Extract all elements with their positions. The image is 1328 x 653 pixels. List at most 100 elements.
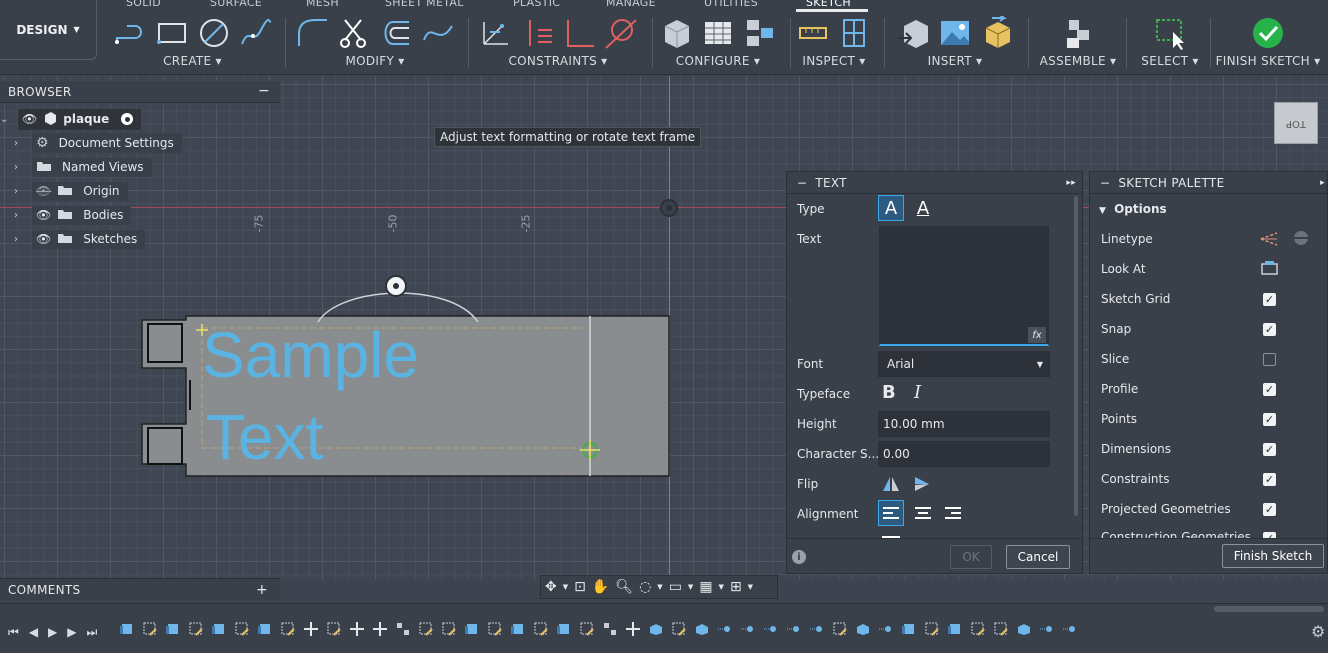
timeline-feature-sketch-icon[interactable] (948, 622, 962, 636)
go-to-end-icon[interactable]: ⏭ (87, 625, 98, 640)
select-icon[interactable] (1153, 16, 1187, 50)
timeline-feature-point-icon[interactable] (741, 622, 755, 636)
zoom-icon[interactable]: 🔍︎ (615, 579, 633, 595)
snap-checkbox[interactable]: ✓ (1263, 323, 1276, 336)
italic-button[interactable]: I (914, 382, 921, 403)
timeline-feature-point-icon[interactable] (1063, 622, 1077, 636)
grid-settings-icon[interactable]: ▦ (699, 579, 712, 595)
timeline-feature-sketch-icon[interactable] (212, 622, 226, 636)
tree-root[interactable]: ⌄ 👁︎ plaque (0, 108, 142, 130)
timeline-feature-sketch-edit-icon[interactable] (971, 622, 985, 636)
insert-menu[interactable]: INSERT ▾ (888, 54, 1022, 68)
timeline-feature-sketch-edit-icon[interactable] (488, 622, 502, 636)
timeline-feature-sketch-edit-icon[interactable] (672, 622, 686, 636)
timeline-feature-point-icon[interactable] (1040, 622, 1054, 636)
tangent-constraint-icon[interactable] (604, 16, 638, 50)
play-icon[interactable]: ▶ (48, 625, 57, 640)
tree-item-document-settings[interactable]: › ⚙ Document Settings (14, 133, 182, 153)
text-input[interactable] (879, 226, 1049, 346)
chevron-right-icon[interactable]: › (14, 162, 26, 173)
timeline-feature-joint-icon[interactable] (396, 622, 410, 636)
eye-icon[interactable]: 👁︎ (36, 208, 51, 222)
sketch-grid-checkbox[interactable]: ✓ (1263, 293, 1276, 306)
step-back-icon[interactable]: ◀ (29, 625, 38, 640)
tab-plastic[interactable]: PLASTIC (513, 0, 560, 9)
configure-menu[interactable]: CONFIGURE ▾ (656, 54, 780, 68)
timeline-feature-sketch-icon[interactable] (902, 622, 916, 636)
timeline-feature-sketch-edit-icon[interactable] (189, 622, 203, 636)
eye-hidden-icon[interactable]: 👁︎ (36, 184, 51, 198)
insert-derive-icon[interactable] (896, 16, 930, 50)
timeline-feature-body-icon[interactable] (1017, 622, 1031, 636)
align-left-icon[interactable] (878, 500, 904, 526)
chevron-right-icon[interactable]: › (14, 234, 26, 245)
eye-icon[interactable]: 👁︎ (22, 112, 37, 126)
tab-mesh[interactable]: MESH (306, 0, 339, 9)
expand-arrow-icon[interactable]: ▸ (1320, 178, 1325, 188)
timeline-feature-sketch-edit-icon[interactable] (327, 622, 341, 636)
trim-tool-icon[interactable] (337, 16, 371, 50)
timeline-feature-move-icon[interactable] (626, 622, 640, 636)
settings-icon[interactable]: ⚙ (1311, 622, 1325, 641)
chevron-right-icon[interactable]: › (14, 186, 26, 197)
tab-surface[interactable]: SURFACE (210, 0, 262, 9)
timeline-feature-sketch-edit-icon[interactable] (534, 622, 548, 636)
measure-icon[interactable] (796, 16, 830, 50)
points-checkbox[interactable]: ✓ (1263, 413, 1276, 426)
rotate-handle[interactable] (385, 275, 407, 297)
projected-geometries-checkbox[interactable]: ✓ (1263, 503, 1276, 516)
tab-sheet-metal[interactable]: SHEET METAL (385, 0, 464, 9)
font-select[interactable]: Arial ▼ (878, 351, 1050, 377)
finish-sketch-menu[interactable]: FINISH SKETCH ▾ (1212, 54, 1324, 68)
modify-menu[interactable]: MODIFY ▾ (290, 54, 460, 68)
timeline-feature-sketch-edit-icon[interactable] (925, 622, 939, 636)
step-forward-icon[interactable]: ▶ (67, 625, 76, 640)
text-type-on-path-button[interactable]: A (910, 195, 936, 221)
rectangle-tool-icon[interactable] (155, 16, 189, 50)
dialog-scrollbar[interactable] (1074, 196, 1078, 516)
timeline-feature-sketch-icon[interactable] (258, 622, 272, 636)
sketch-text-line-2[interactable]: Text (206, 402, 323, 472)
chevron-down-icon[interactable]: ▼ (563, 583, 568, 591)
tree-item-origin[interactable]: › 👁︎ Origin (14, 181, 128, 201)
timeline-feature-body-icon[interactable] (649, 622, 663, 636)
constraints-checkbox[interactable]: ✓ (1263, 473, 1276, 486)
finish-sketch-icon[interactable] (1251, 16, 1285, 50)
height-input[interactable]: 10.00 mm (878, 411, 1050, 437)
display-settings-icon[interactable]: ▭ (669, 579, 682, 595)
look-at-nav-icon[interactable]: ⊡ (574, 579, 586, 595)
profile-checkbox[interactable]: ✓ (1263, 383, 1276, 396)
workspace-switcher[interactable]: DESIGN ▼ (0, 0, 97, 60)
timeline-feature-body-icon[interactable] (695, 622, 709, 636)
align-right-icon[interactable] (940, 500, 966, 526)
slice-checkbox[interactable] (1263, 353, 1276, 366)
character-spacing-input[interactable]: 0.00 (878, 441, 1050, 467)
timeline-feature-sketch-edit-icon[interactable] (442, 622, 456, 636)
tab-manage[interactable]: MANAGE (606, 0, 656, 9)
timeline-feature-body-icon[interactable] (856, 622, 870, 636)
configure-rules-icon[interactable] (743, 16, 777, 50)
timeline-feature-sketch-edit-icon[interactable] (833, 622, 847, 636)
timeline-feature-point-icon[interactable] (787, 622, 801, 636)
orbit-icon[interactable]: ✥ (545, 579, 557, 595)
select-menu[interactable]: SELECT ▾ (1130, 54, 1210, 68)
timeline-feature-move-icon[interactable] (373, 622, 387, 636)
timeline-feature-sketch-edit-icon[interactable] (143, 622, 157, 636)
configuration-table-icon[interactable] (701, 16, 735, 50)
line-tool-icon[interactable] (113, 16, 147, 50)
insert-mesh-icon[interactable] (980, 16, 1014, 50)
timeline-scrollbar[interactable] (1214, 606, 1324, 612)
tab-utilities[interactable]: UTILITIES (704, 0, 758, 9)
offset-tool-icon[interactable] (379, 16, 413, 50)
tab-sketch[interactable]: SKETCH (806, 0, 851, 9)
assemble-menu[interactable]: ASSEMBLE ▾ (1034, 54, 1122, 68)
bold-button[interactable]: B (882, 382, 896, 403)
timeline-feature-sketch-edit-icon[interactable] (994, 622, 1008, 636)
timeline-feature-move-icon[interactable] (304, 622, 318, 636)
go-to-start-icon[interactable]: ⏮ (8, 625, 19, 640)
coincident-constraint-icon[interactable] (520, 16, 554, 50)
construction-linetype-icon[interactable] (1259, 229, 1279, 250)
timeline-feature-sketch-edit-icon[interactable] (419, 622, 433, 636)
timeline-feature-sketch-icon[interactable] (511, 622, 525, 636)
timeline-feature-sketch-edit-icon[interactable] (281, 622, 295, 636)
